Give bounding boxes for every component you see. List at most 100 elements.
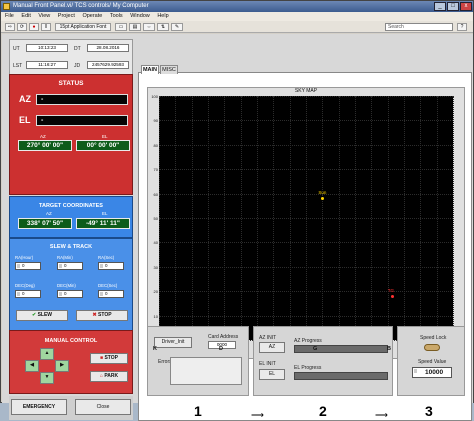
direction-label: G [313,346,318,352]
menu-operate[interactable]: Operate [82,13,102,19]
menu-help[interactable]: Help [157,13,168,19]
help-icon[interactable]: ? [457,23,467,31]
menu-window[interactable]: Window [130,13,150,19]
status-az-display: - [36,94,128,105]
direction-label: K [153,346,157,352]
menu-tools[interactable]: Tools [110,13,123,19]
run-arrow-icon[interactable]: ⇨ [5,23,15,31]
down-arrow-button[interactable]: ▼ [40,372,54,384]
dt-label: DT [74,46,81,52]
left-arrow-button[interactable]: ◀ [25,360,39,372]
dec-deg-label: DEC(Deg) [15,283,35,288]
ra-min-input[interactable]: 0 [57,262,83,270]
y-tick-label: 80 [153,142,158,148]
park-button[interactable]: ⌂ PARK [90,371,128,382]
target-panel: TARGET COORDINATES AZ EL 338° 07' 50" -4… [9,196,133,238]
driver-init-button[interactable]: Driver_Init [154,337,192,348]
right-arrow-icon: ▶ [60,362,64,368]
y-tick-label: 50 [153,216,158,221]
grid-line-h [159,120,453,122]
dec-deg-input[interactable]: 0 [15,290,41,298]
grid-line-h [159,193,453,195]
maximize-button[interactable]: □ [447,2,459,11]
ra-hour-label: RA(Hour) [15,255,34,260]
grid-line-h [159,169,453,171]
main-window: Manual Front Panel.vi/ TCS controls/ My … [0,0,474,421]
el-init-button[interactable]: EL [259,369,285,380]
init-progress-box: AZ INIT AZ AZ Progress EL INIT EL EL Pro… [253,326,393,396]
manual-stop-button[interactable]: ■ STOP [90,353,128,364]
resize-icon[interactable]: ⇔ [143,23,155,31]
status-el-sublabel: EL [102,134,108,139]
menu-view[interactable]: View [38,13,50,19]
bottom-bar: EMERGENCY Close [9,396,133,420]
step-1: 1 [194,403,202,419]
ut-value: 10:13:23 [26,44,68,52]
align-icon[interactable]: ▭ [115,23,127,31]
distribute-icon[interactable]: ▤ [129,23,141,31]
dec-sec-input[interactable]: 0 [98,290,124,298]
az-progress-bar [294,345,388,353]
az-progress-label: AZ Progress [294,338,322,344]
tab-misc[interactable]: MISC [160,65,178,74]
stop-label: STOP [98,312,112,318]
cleanup-icon[interactable]: ✎ [171,23,183,31]
menu-edit[interactable]: Edit [21,13,30,19]
arrow-right-icon: ⟶ [251,410,264,420]
sky-map-chart: SKY MAP 1009080706050403020100 SunTG 020… [147,87,465,359]
search-input[interactable]: Search [385,23,453,31]
status-az-sublabel: AZ [40,134,46,139]
menu-project[interactable]: Project [58,13,75,19]
pause-icon[interactable]: ‖ [41,23,51,31]
up-arrow-icon: ▲ [44,350,50,356]
grid-line-h [159,144,453,146]
slew-label: SLEW [37,312,53,318]
slew-title: SLEW & TRACK [49,244,93,250]
date-value: 28.08.2016 [87,44,129,52]
left-arrow-icon: ◀ [30,362,34,368]
menu-file[interactable]: File [5,13,14,19]
ra-sec-label: RA(Sec) [98,255,115,260]
title-bar: Manual Front Panel.vi/ TCS controls/ My … [1,1,473,12]
card-address-label: Card Address [208,334,239,340]
speed-lock-toggle[interactable] [424,344,440,351]
status-az-degrees: 270° 00' 00" [18,140,72,151]
emergency-button[interactable]: EMERGENCY [11,399,67,415]
data-point [390,295,394,299]
ra-min-label: RA(Min) [57,255,73,260]
right-arrow-button[interactable]: ▶ [55,360,69,372]
target-az-label: AZ [46,211,52,216]
menu-bar: File Edit View Project Operate Tools Win… [1,12,473,21]
direction-label: D [219,346,223,352]
speed-value-label: Speed Value [418,359,447,365]
tab-main[interactable]: MAIN [141,65,159,74]
slew-button[interactable]: ✔ SLEW [16,310,68,321]
dec-min-label: DEC(Min) [57,283,76,288]
dec-min-input[interactable]: 0 [57,290,83,298]
target-el-label: EL [102,211,108,216]
manual-title: MANUAL CONTROL [44,338,98,344]
az-init-button[interactable]: AZ [259,342,285,353]
speed-lock-label: Speed Lock [420,335,447,341]
y-tick-label: 100 [151,94,158,99]
minimize-button[interactable]: _ [434,2,446,11]
abort-icon[interactable]: ● [29,23,39,31]
grid-line-h [159,218,453,219]
down-arrow-icon: ▼ [44,374,50,380]
up-arrow-button[interactable]: ▲ [40,348,54,360]
stop-button[interactable]: ✖ STOP [76,310,128,321]
grid-line-h [159,242,453,244]
y-tick-label: 60 [153,191,158,197]
close-window-button[interactable]: x [460,2,472,11]
run-continuous-icon[interactable]: ⟳ [17,23,27,31]
close-button[interactable]: Close [75,399,131,415]
direction-label: B [387,346,391,352]
reorder-icon[interactable]: ⇅ [157,23,169,31]
dec-sec-label: DEC(Sec) [98,283,118,288]
status-title: STATUS [58,80,84,87]
el-init-label: EL INIT [259,361,276,367]
speed-value-input[interactable]: 10000 [412,367,452,378]
font-select[interactable]: 15pt Application Font [55,23,111,31]
ra-sec-input[interactable]: 0 [98,262,124,270]
ra-hour-input[interactable]: 0 [15,262,41,270]
